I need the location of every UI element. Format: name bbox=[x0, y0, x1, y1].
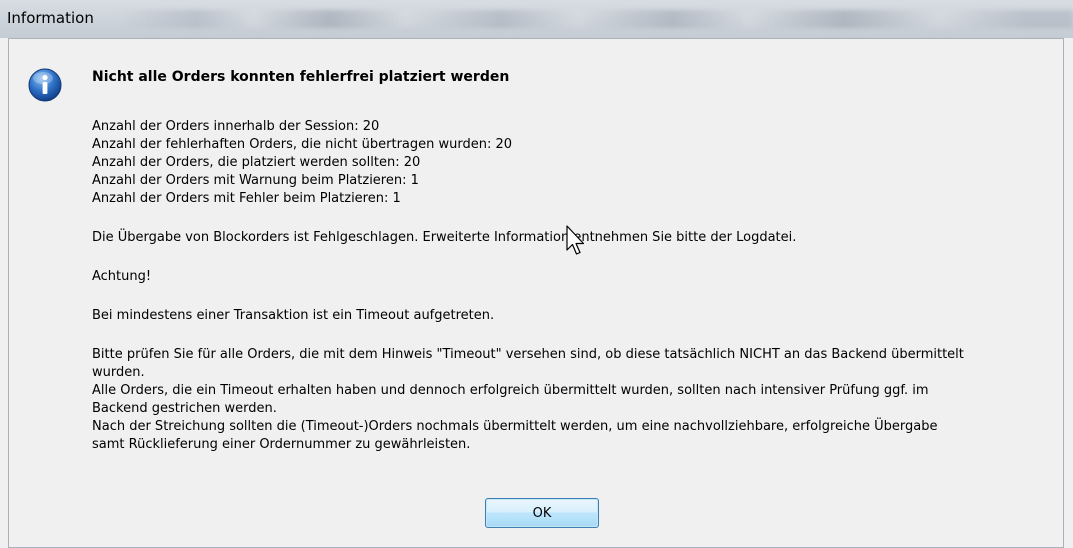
stat-line: Anzahl der Orders innerhalb der Session:… bbox=[92, 119, 380, 134]
mouse-cursor-icon bbox=[566, 225, 585, 255]
instruction-line: samt Rücklieferung einer Ordernummer zu … bbox=[92, 437, 471, 452]
dialog-heading: Nicht alle Orders konnten fehlerfrei pla… bbox=[92, 69, 510, 85]
title-bar[interactable]: Information bbox=[0, 0, 1073, 38]
stat-line: Anzahl der fehlerhaften Orders, die nich… bbox=[92, 137, 513, 152]
instruction-line: Backend gestrichen werden. bbox=[92, 401, 277, 416]
stat-line: Anzahl der Orders, die platziert werden … bbox=[92, 155, 421, 170]
info-icon bbox=[28, 68, 62, 102]
window-title: Information bbox=[7, 9, 94, 27]
warning-label: Achtung! bbox=[92, 269, 152, 284]
instruction-line: Alle Orders, die ein Timeout erhalten ha… bbox=[92, 383, 929, 398]
failure-message: Die Übergabe von Blockorders ist Fehlges… bbox=[92, 230, 797, 245]
stat-line: Anzahl der Orders mit Warnung beim Platz… bbox=[92, 173, 419, 188]
instruction-line: Bitte prüfen Sie für alle Orders, die mi… bbox=[92, 347, 964, 362]
ok-button[interactable]: OK bbox=[485, 498, 599, 528]
instruction-line: Nach der Streichung sollten die (Timeout… bbox=[92, 419, 938, 434]
instruction-line: wurden. bbox=[92, 365, 145, 380]
stat-line: Anzahl der Orders mit Fehler beim Platzi… bbox=[92, 191, 401, 206]
timeout-message: Bei mindestens einer Transaktion ist ein… bbox=[92, 308, 495, 323]
title-bar-background bbox=[120, 10, 1073, 28]
dialog-body bbox=[8, 38, 1064, 548]
